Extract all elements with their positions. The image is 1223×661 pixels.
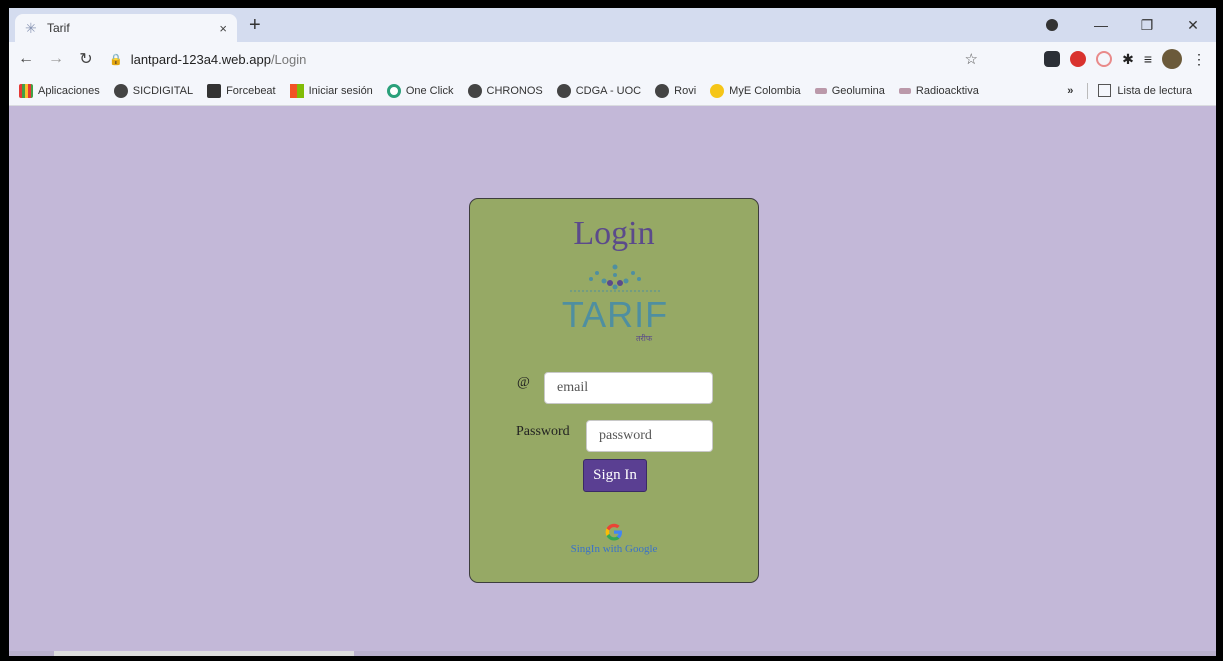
bookmark-star-icon[interactable]: ☆: [965, 50, 978, 68]
bookmark-one-click[interactable]: One Click: [386, 83, 454, 98]
restore-icon[interactable]: ❐: [1124, 17, 1170, 34]
extensions-puzzle-icon[interactable]: ✱: [1122, 51, 1134, 68]
email-label: @: [517, 375, 530, 390]
new-tab-button[interactable]: +: [249, 14, 261, 36]
tab-title: Tarif: [47, 21, 70, 35]
url-path: /Login: [270, 51, 307, 67]
google-icon[interactable]: [605, 523, 623, 541]
adblock-icon[interactable]: [1070, 51, 1087, 67]
bookmark-iniciar-sesion[interactable]: Iniciar sesión: [289, 83, 373, 98]
bookmark-rovi[interactable]: Rovi: [655, 83, 696, 98]
logo-text: TARIF: [562, 294, 668, 335]
browser-window: ✳ Tarif × + — ❐ ✕ ← → ↻ 🔒 lantpard-123a4…: [9, 8, 1216, 656]
reload-icon[interactable]: ↻: [73, 49, 99, 69]
back-icon[interactable]: ←: [13, 50, 39, 68]
bookmark-radioacktiva[interactable]: Radioacktiva: [898, 85, 979, 97]
profile-dot-icon[interactable]: [1046, 19, 1058, 31]
window-controls: — ❐ ✕: [1046, 8, 1216, 42]
scrollbar-thumb[interactable]: [54, 651, 354, 656]
extensions-area: ✱ ≡ ⋮: [1044, 42, 1206, 76]
bookmark-mye-colombia[interactable]: MyE Colombia: [710, 83, 801, 98]
tab-strip: ✳ Tarif × + — ❐ ✕: [9, 8, 1216, 42]
menu-kebab-icon[interactable]: ⋮: [1192, 51, 1206, 68]
bookmark-chronos[interactable]: CHRONOS: [467, 83, 543, 98]
bookmarks-overflow-icon[interactable]: »: [1067, 85, 1073, 97]
bookmark-geolumina[interactable]: Geolumina: [814, 85, 885, 97]
microsoft-icon: [289, 83, 304, 98]
logo-subtext: तरीफ: [636, 333, 653, 343]
reading-list-icon: [1098, 84, 1112, 97]
globe-icon: [556, 83, 571, 98]
bookmark-aplicaciones[interactable]: Aplicaciones: [19, 83, 100, 98]
avatar[interactable]: [1162, 49, 1182, 69]
password-label: Password: [516, 424, 570, 439]
forcebeat-icon: [207, 83, 222, 98]
tarif-favicon-icon: ✳: [25, 19, 37, 36]
lock-icon: 🔒: [109, 53, 123, 66]
bookmarks-right: » Lista de lectura: [1067, 82, 1206, 99]
bookmark-sicdigital[interactable]: SICDIGITAL: [113, 83, 193, 98]
sign-in-button[interactable]: Sign In: [583, 459, 647, 492]
react-devtools-icon[interactable]: [1044, 51, 1061, 67]
geolumina-icon: [814, 87, 827, 94]
minimize-icon[interactable]: —: [1078, 17, 1124, 33]
email-field[interactable]: [544, 372, 713, 404]
address-bar[interactable]: 🔒 lantpard-123a4.web.app/Login ☆: [109, 46, 986, 72]
close-window-icon[interactable]: ✕: [1170, 17, 1216, 34]
browser-toolbar: ← → ↻ 🔒 lantpard-123a4.web.app/Login ☆ ✱…: [9, 42, 1216, 76]
globe-icon: [655, 83, 670, 98]
extension-ring-icon[interactable]: [1096, 51, 1113, 67]
globe-icon: [113, 83, 128, 98]
apps-icon: [19, 83, 33, 98]
media-queue-icon[interactable]: ≡: [1144, 51, 1152, 67]
forward-icon[interactable]: →: [43, 50, 69, 68]
radio-icon: [898, 87, 911, 94]
bookmark-cdga-uoc[interactable]: CDGA - UOC: [556, 83, 641, 98]
tab-close-icon[interactable]: ×: [219, 21, 227, 36]
tarif-logo: TARIF तरीफ: [562, 264, 668, 343]
page-title: Login: [573, 215, 655, 252]
tab-tarif[interactable]: ✳ Tarif ×: [15, 14, 237, 42]
bookmarks-divider: [1087, 82, 1089, 99]
oneclick-icon: [386, 83, 401, 98]
reading-list-button[interactable]: Lista de lectura: [1098, 84, 1192, 97]
bookmark-forcebeat[interactable]: Forcebeat: [207, 83, 276, 98]
google-signin-link[interactable]: SingIn with Google: [470, 543, 758, 555]
bookmarks-bar: Aplicaciones SICDIGITAL Forcebeat Inicia…: [9, 76, 1216, 106]
url-host: lantpard-123a4.web.app: [130, 51, 271, 67]
bulb-icon: [710, 83, 725, 98]
globe-icon: [467, 83, 482, 98]
password-field[interactable]: [586, 420, 713, 452]
login-card: Login TARIF तरीफ @ Password Sign In: [469, 198, 759, 583]
